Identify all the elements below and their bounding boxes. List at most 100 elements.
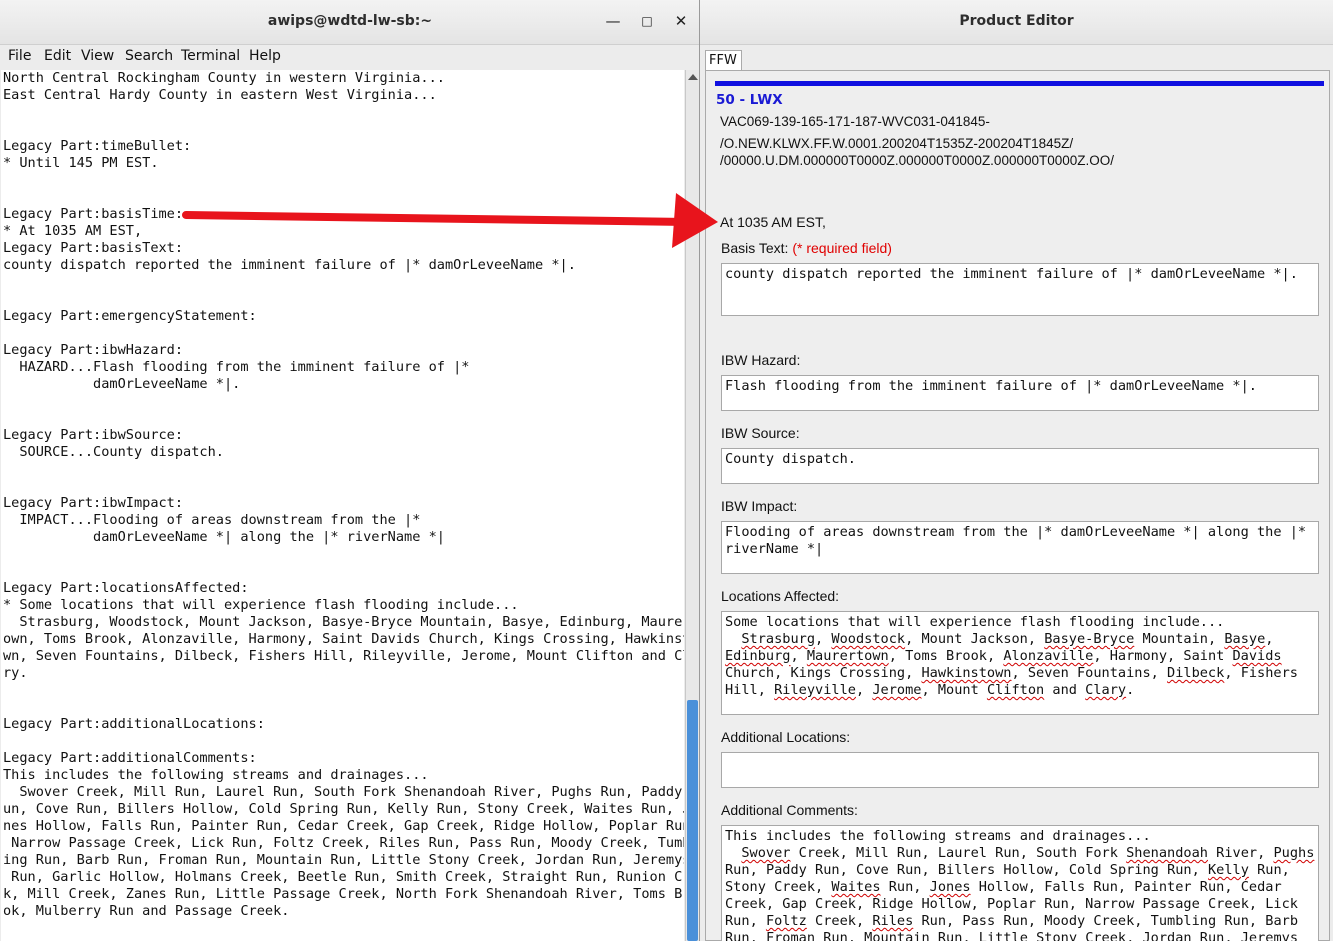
spellcheck-flag: Waites (831, 879, 881, 895)
spellcheck-flag: Riles (872, 913, 914, 929)
spellcheck-flag: Clary (1085, 682, 1127, 698)
terminal-line: k, Mill Creek, Zanes Run, Little Passage… (3, 886, 684, 902)
terminal-line: nes Hollow, Falls Run, Painter Run, Ceda… (3, 818, 684, 834)
basis-text-label-text: Basis Text: (721, 240, 789, 256)
terminal-line: ing Run, Barb Run, Froman Run, Mountain … (3, 852, 684, 868)
additional-locations-label: Additional Locations: (721, 729, 851, 745)
editor-title: Product Editor (959, 13, 1074, 29)
additional-comments-label: Additional Comments: (721, 802, 858, 818)
vtec-line: /O.NEW.KLWX.FF.W.0001.200204T1535Z-20020… (720, 136, 1074, 151)
maximize-icon[interactable]: □ (638, 11, 656, 31)
spellcheck-flag: Pughs (1273, 845, 1315, 861)
terminal-line: Narrow Passage Creek, Lick Run, Foltz Cr… (11, 835, 684, 851)
terminal-menubar: File Edit View Search Terminal Help (0, 45, 699, 70)
editor-titlebar[interactable]: Product Editor (700, 0, 1333, 45)
terminal-line: Legacy Part:additionalComments: (3, 750, 257, 766)
terminal-output: North Central Rockingham County in weste… (1, 70, 684, 920)
spellcheck-flag: Jerome (872, 682, 922, 698)
spellcheck-flag: Maurertown (806, 648, 889, 664)
spellcheck-flag: Edinburg (725, 648, 791, 664)
terminal-title: awips@wdtd-lw-sb:~ (267, 13, 433, 29)
ibw-impact-field[interactable]: Flooding of areas downstream from the |*… (721, 521, 1319, 574)
spellcheck-flag: Alonzaville (1003, 648, 1094, 664)
terminal-line: ok, Mulberry Run and Passage Creek. (3, 903, 290, 919)
terminal-scrollbar[interactable] (685, 70, 699, 941)
terminal-line: * Some locations that will experience fl… (3, 597, 519, 613)
additional-locations-field[interactable] (721, 752, 1319, 788)
terminal-screen[interactable]: North Central Rockingham County in weste… (1, 70, 684, 941)
tab-ffw[interactable]: FFW (705, 50, 742, 71)
terminal-line: Legacy Part:additionalLocations: (3, 716, 265, 732)
ibw-hazard-label: IBW Hazard: (721, 352, 801, 368)
terminal-line: IMPACT...Flooding of areas downstream fr… (19, 512, 421, 528)
terminal-line: SOURCE...County dispatch. (19, 444, 224, 460)
basis-text-label: Basis Text: (* required field) (721, 240, 892, 256)
terminal-window: awips@wdtd-lw-sb:~ — □ ✕ File Edit View … (0, 0, 700, 941)
terminal-line: damOrLeveeName *|. (93, 376, 241, 392)
basis-text-field[interactable]: county dispatch reported the imminent fa… (721, 263, 1319, 316)
terminal-line: ry. (3, 665, 28, 681)
terminal-line: Legacy Part:ibwImpact: (3, 495, 184, 511)
menu-terminal[interactable]: Terminal (181, 48, 240, 64)
spellcheck-flag: Swover (741, 845, 791, 861)
spellcheck-flag: Clifton (986, 682, 1045, 698)
terminal-line: This includes the following streams and … (3, 767, 429, 783)
terminal-line: Legacy Part:basisText: (3, 240, 184, 256)
terminal-line: Swover Creek, Mill Run, Laurel Run, Sout… (19, 784, 683, 800)
scroll-up-icon[interactable] (688, 74, 698, 80)
segment-divider-bar (715, 81, 1324, 86)
spellcheck-flag: Shenandoah (1126, 845, 1208, 861)
ibw-source-field[interactable]: County dispatch. (721, 448, 1319, 484)
menu-search[interactable]: Search (125, 48, 173, 64)
terminal-line: Strasburg, Woodstock, Mount Jackson, Bas… (19, 614, 684, 630)
terminal-line: East Central Hardy County in eastern Wes… (3, 87, 437, 103)
spellcheck-flag: Jones (929, 879, 971, 895)
spellcheck-flag: Davids (1232, 648, 1282, 664)
terminal-line: Legacy Part:ibwHazard: (3, 342, 184, 358)
spellcheck-flag: Foltz (765, 913, 807, 929)
basis-time-text: At 1035 AM EST, (720, 214, 826, 230)
terminal-line: North Central Rockingham County in weste… (3, 70, 445, 86)
terminal-line: un, Cove Run, Billers Hollow, Cold Sprin… (3, 801, 684, 817)
terminal-line: damOrLeveeName *| along the |* riverName… (93, 529, 445, 545)
terminal-titlebar[interactable]: awips@wdtd-lw-sb:~ — □ ✕ (0, 0, 699, 45)
spellcheck-flag: Woodstock (831, 631, 906, 647)
ugc-line: VAC069-139-165-171-187-WVC031-041845- (720, 114, 990, 129)
locations-affected-label: Locations Affected: (721, 588, 840, 604)
required-field-note: (* required field) (792, 240, 892, 256)
editor-panel: 50 - LWX VAC069-139-165-171-187-WVC031-0… (705, 70, 1330, 941)
menu-view[interactable]: View (81, 48, 114, 64)
additional-comments-field[interactable]: This includes the following streams and … (721, 825, 1319, 941)
terminal-line: HAZARD...Flash flooding from the imminen… (19, 359, 470, 375)
terminal-line: * At 1035 AM EST, (3, 223, 143, 239)
spellcheck-flag: Dilbeck (1167, 665, 1225, 681)
terminal-line: county dispatch reported the imminent fa… (3, 257, 576, 273)
ibw-impact-label: IBW Impact: (721, 498, 798, 514)
terminal-line: own, Toms Brook, Alonzaville, Harmony, S… (3, 631, 684, 647)
spellcheck-flag: Kelly (1208, 862, 1249, 878)
menu-file[interactable]: File (8, 48, 31, 64)
terminal-line: Legacy Part:basisTime: (3, 206, 184, 222)
hvtec-line: /00000.U.DM.000000T0000Z.000000T0000Z.00… (720, 153, 1115, 168)
terminal-line: * Until 145 PM EST. (3, 155, 159, 171)
terminal-line: Legacy Part:timeBullet: (3, 138, 192, 154)
terminal-line: wn, Seven Fountains, Dilbeck, Fishers Hi… (3, 648, 684, 664)
ibw-source-label: IBW Source: (721, 425, 800, 441)
product-editor-window: Product Editor FFW 50 - LWX VAC069-139-1… (700, 0, 1333, 941)
ibw-hazard-field[interactable]: Flash flooding from the imminent failure… (721, 375, 1319, 411)
spellcheck-flag: Strasburg (741, 631, 816, 647)
terminal-line: Run, Garlic Hollow, Holmans Creek, Beetl… (11, 869, 684, 885)
menu-help[interactable]: Help (249, 48, 281, 64)
close-icon[interactable]: ✕ (672, 11, 690, 31)
locations-affected-field[interactable]: Some locations that will experience flas… (721, 611, 1319, 715)
minimize-icon[interactable]: — (604, 11, 622, 31)
scrollbar-thumb[interactable] (687, 700, 698, 941)
spellcheck-flag: Rileyville (774, 682, 856, 698)
terminal-line: Legacy Part:emergencyStatement: (3, 308, 257, 324)
terminal-line: Legacy Part:ibwSource: (3, 427, 184, 443)
spellcheck-flag: Basye (1224, 631, 1266, 647)
spellcheck-flag: Hawkinstown (921, 665, 1012, 681)
terminal-line: Legacy Part:locationsAffected: (3, 580, 249, 596)
menu-edit[interactable]: Edit (44, 48, 71, 64)
spellcheck-flag: Basye-Bryce (1044, 631, 1135, 647)
